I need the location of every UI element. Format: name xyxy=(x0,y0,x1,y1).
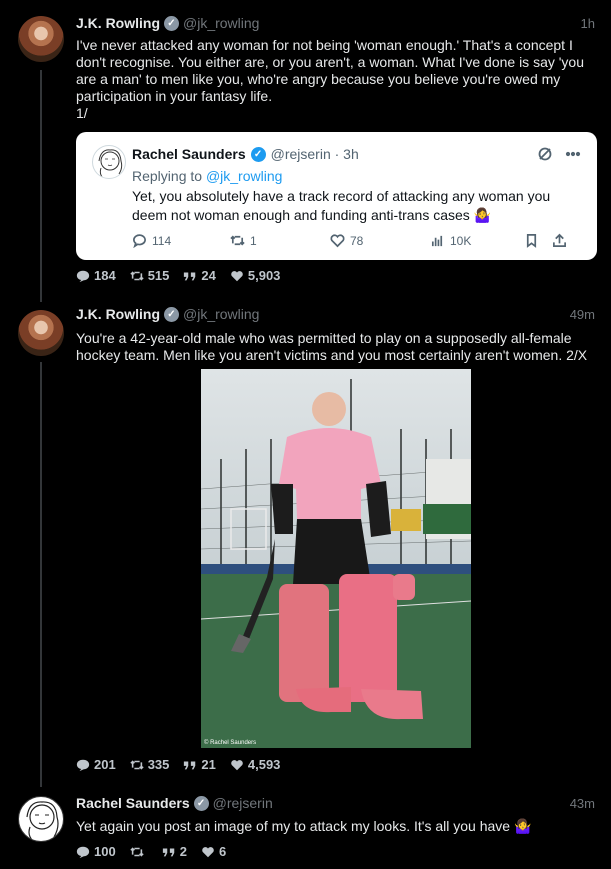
retweet-icon xyxy=(230,235,245,246)
heart-icon xyxy=(231,759,243,770)
sketch-portrait-icon xyxy=(26,801,59,841)
timestamp[interactable]: 49m xyxy=(570,307,595,322)
grok-icon[interactable] xyxy=(537,146,553,162)
retweet-icon xyxy=(130,846,144,857)
reply-stat[interactable]: 100 xyxy=(76,844,116,859)
retweet-icon xyxy=(130,759,144,770)
retweet-count: 335 xyxy=(147,757,170,772)
quote-count: 21 xyxy=(201,757,216,772)
quoted-header: Rachel Saunders ✓ @rejserin · 3h xyxy=(132,146,359,162)
tweet-text: Yet again you post an image of my to att… xyxy=(76,818,532,834)
heart-icon xyxy=(330,234,345,248)
reply-count: 184 xyxy=(94,268,116,283)
verified-icon: ✓ xyxy=(164,15,179,31)
quote-icon xyxy=(184,272,196,280)
timestamp[interactable]: 43m xyxy=(570,796,595,811)
retweet-count: 1 xyxy=(250,233,257,248)
retweet-stat[interactable]: 515 xyxy=(130,268,170,283)
like-count: 4,593 xyxy=(247,757,281,772)
tweet-text: You're a 42-year-old male who was permit… xyxy=(76,330,588,363)
quoted-tweet[interactable]: Rachel Saunders ✓ @rejserin · 3h Replyin… xyxy=(76,132,597,260)
tweet-stats: 184 515 24 5,903 xyxy=(76,268,280,283)
quote-count: 24 xyxy=(201,268,216,283)
heart-icon xyxy=(202,846,214,857)
bookmark-icon xyxy=(526,234,537,248)
verified-icon: ✓ xyxy=(164,306,179,322)
author-name[interactable]: Rachel Saunders xyxy=(76,795,190,811)
views-count: 10K xyxy=(450,233,472,248)
author-name[interactable]: J.K. Rowling xyxy=(76,15,160,31)
retweet-stat[interactable]: 335 xyxy=(130,757,170,772)
tweet-header: J.K. Rowling ✓ @jk_rowling xyxy=(76,306,259,322)
retweet-button[interactable]: 1 xyxy=(230,233,330,248)
retweet-count: 515 xyxy=(147,268,170,283)
like-stat[interactable]: 5,903 xyxy=(230,268,281,283)
tweet-3[interactable]: Rachel Saunders ✓ @rejserin 43m Yet agai… xyxy=(0,790,611,869)
comment-icon xyxy=(76,270,90,282)
replying-handle[interactable]: @jk_rowling xyxy=(206,168,282,184)
reply-stat[interactable]: 184 xyxy=(76,268,116,283)
heart-icon xyxy=(231,270,243,281)
quote-icon xyxy=(162,848,174,856)
photo-caption: © Rachel Saunders xyxy=(204,740,257,746)
tweet-text: I've never attacked any woman for not be… xyxy=(76,37,584,121)
author-handle[interactable]: @jk_rowling xyxy=(183,306,259,322)
quoted-top-actions xyxy=(537,146,581,162)
quote-count: 2 xyxy=(179,844,187,859)
hockey-goalkeeper-photo xyxy=(201,369,471,748)
quoted-action-bar: 114 1 78 10K xyxy=(132,233,587,248)
quote-stat[interactable]: 2 xyxy=(162,844,187,859)
reply-icon xyxy=(133,234,146,248)
author-name[interactable]: Rachel Saunders xyxy=(132,146,246,162)
author-name[interactable]: J.K. Rowling xyxy=(76,306,160,322)
retweet-icon xyxy=(130,270,144,281)
share-button[interactable] xyxy=(552,233,567,248)
like-stat[interactable]: 4,593 xyxy=(230,757,281,772)
quote-stat[interactable]: 21 xyxy=(183,757,216,772)
comment-icon xyxy=(76,846,90,858)
more-icon[interactable] xyxy=(565,146,581,162)
tweet-stats: 201 335 21 4,593 xyxy=(76,757,280,772)
author-handle[interactable]: @jk_rowling xyxy=(183,15,259,31)
author-handle[interactable]: @rejserin · 3h xyxy=(271,146,359,162)
reply-stat[interactable]: 201 xyxy=(76,757,116,772)
replying-prefix: Replying to xyxy=(132,168,206,184)
reply-count: 201 xyxy=(94,757,116,772)
retweet-stat[interactable] xyxy=(130,844,148,859)
share-icon xyxy=(553,233,566,247)
like-stat[interactable]: 6 xyxy=(201,844,226,859)
author-handle[interactable]: @rejserin xyxy=(213,795,273,811)
comment-icon xyxy=(76,759,90,771)
verified-icon: ✓ xyxy=(250,146,266,162)
tweet-header: J.K. Rowling ✓ @jk_rowling xyxy=(76,15,259,31)
avatar[interactable] xyxy=(18,796,64,842)
reply-count: 114 xyxy=(152,233,172,248)
avatar[interactable] xyxy=(92,145,126,179)
quote-stat[interactable]: 24 xyxy=(183,268,216,283)
tweet-1[interactable]: J.K. Rowling ✓ @jk_rowling 1h I've never… xyxy=(0,0,611,300)
quote-icon xyxy=(184,761,196,769)
like-count: 78 xyxy=(350,233,364,248)
like-count: 5,903 xyxy=(247,268,281,283)
reply-count: 100 xyxy=(94,844,116,859)
avatar[interactable] xyxy=(18,16,64,62)
views-icon xyxy=(431,235,443,247)
tweet-photo[interactable]: © Rachel Saunders xyxy=(201,369,471,748)
views-button[interactable]: 10K xyxy=(430,233,524,248)
sketch-portrait-icon xyxy=(98,149,123,178)
quoted-text: Yet, you absolutely have a track record … xyxy=(132,188,551,223)
like-button[interactable]: 78 xyxy=(330,233,430,248)
reply-button[interactable]: 114 xyxy=(132,233,230,248)
bookmark-button[interactable] xyxy=(524,233,552,248)
like-count: 6 xyxy=(218,844,227,859)
timestamp[interactable]: 1h xyxy=(581,16,595,31)
replying-to: Replying to @jk_rowling xyxy=(132,168,282,184)
tweet-header: Rachel Saunders ✓ @rejserin xyxy=(76,795,273,811)
avatar[interactable] xyxy=(18,310,64,356)
verified-icon: ✓ xyxy=(193,795,209,811)
tweet-stats: 100 2 6 xyxy=(76,844,226,859)
